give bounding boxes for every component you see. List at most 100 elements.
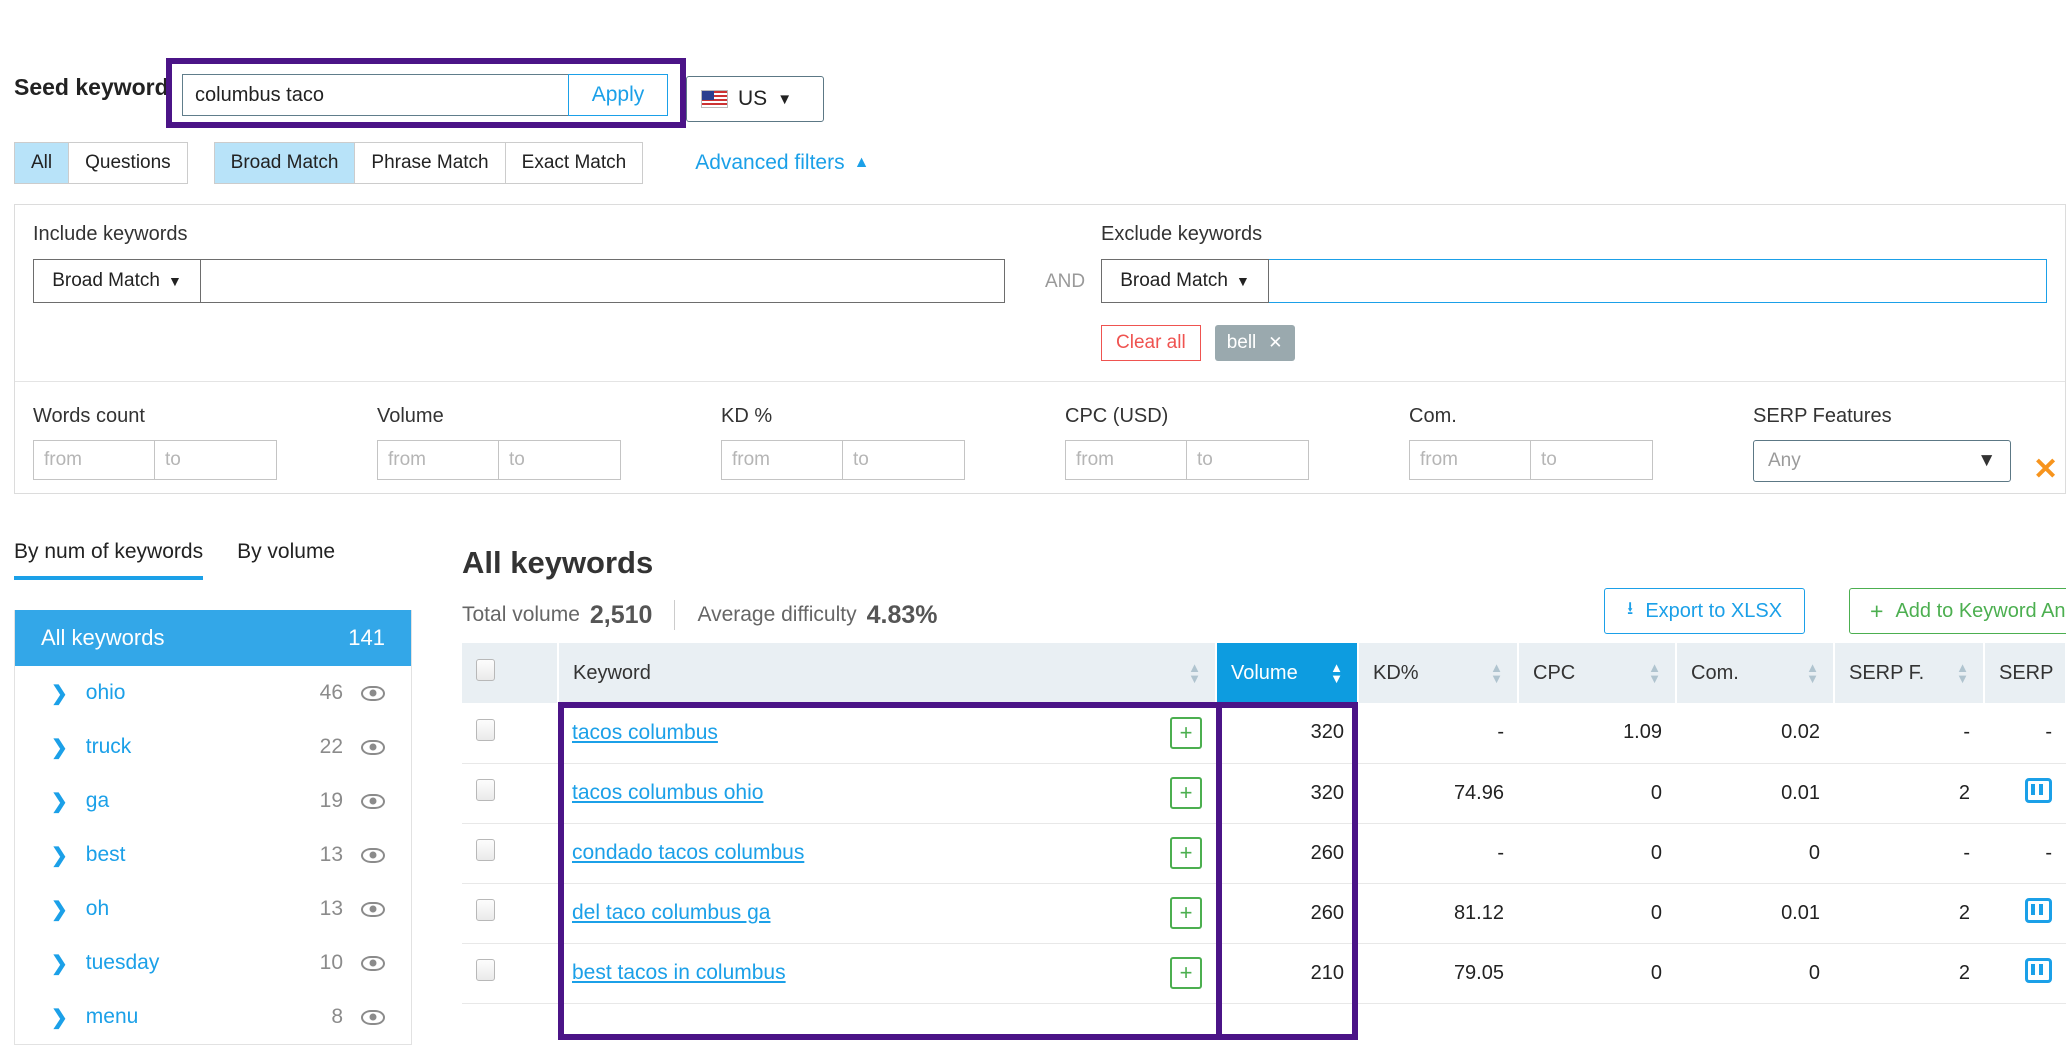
cpc-to-input[interactable] [1187,440,1309,480]
row-checkbox[interactable] [476,899,495,921]
sort-icon[interactable]: ▲ ▼ [1956,661,1969,685]
kd-to-input[interactable] [843,440,965,480]
serp-icon[interactable] [2025,957,2052,983]
cpc-cell: 0 [1518,763,1676,824]
filter-tabs-row: All Questions Broad Match Phrase Match E… [14,142,869,184]
chevron-right-icon: ❯ [51,952,68,975]
eye-icon[interactable] [361,739,385,755]
com-to-input[interactable] [1531,440,1653,480]
exclude-tag-bell[interactable]: bell ✕ [1214,325,1295,361]
table-row[interactable]: tacos columbus ohio + 320 74.96 0 0.01 2 [462,763,2066,824]
row-checkbox[interactable] [476,839,495,861]
serp-icon[interactable] [2025,897,2052,923]
serp-features-cell[interactable]: 2 [1834,763,1984,824]
chevron-right-icon: ❯ [51,682,68,705]
sidebar-tab-by-num-of-keywords[interactable]: By num of keywords [14,540,204,580]
reset-filters-icon[interactable]: ✕ [2033,452,2058,487]
column-header-kd[interactable]: KD% ▲ ▼ [1358,643,1519,703]
eye-icon[interactable] [361,901,385,917]
sort-icon[interactable]: ▲ ▼ [1330,661,1343,685]
column-header-volume[interactable]: Volume ▲ ▼ [1216,643,1359,703]
keyword-link[interactable]: best tacos in columbus [572,961,786,985]
keyword-link[interactable]: tacos columbus ohio [572,781,763,805]
words-count-from-input[interactable] [33,440,155,480]
column-header-cpc[interactable]: CPC ▲ ▼ [1518,643,1677,703]
tab-broad-match[interactable]: Broad Match [213,142,356,184]
close-icon[interactable]: ✕ [1268,333,1282,353]
row-checkbox[interactable] [476,779,495,801]
serp-features-select[interactable]: Any ▼ [1753,440,2011,482]
keyword-link[interactable]: tacos columbus [572,721,718,745]
row-checkbox[interactable] [476,959,495,981]
serp-icon[interactable] [2025,777,2052,803]
exclude-match-mode-select[interactable]: Broad Match ▼ [1101,259,1269,303]
metric-com: Com. [1409,405,1653,480]
keyword-link[interactable]: del taco columbus ga [572,901,770,925]
com-cell: 0 [1676,943,1834,1004]
column-header-keyword[interactable]: Keyword ▲ ▼ [558,643,1217,703]
eye-icon[interactable] [361,685,385,701]
sidebar-item-truck[interactable]: ❯ truck 22 [15,720,411,774]
table-row[interactable]: condado tacos columbus + 260 - 0 0 - - [462,823,2066,884]
column-header-com[interactable]: Com. ▲ ▼ [1676,643,1835,703]
sidebar-item-menu[interactable]: ❯ menu 8 [15,990,411,1044]
tab-questions[interactable]: Questions [68,142,188,184]
clear-all-button[interactable]: Clear all [1101,325,1201,361]
eye-icon[interactable] [361,793,385,809]
kd-from-input[interactable] [721,440,843,480]
add-to-keyword-analyzer-button[interactable]: + Add to Keyword Analyzer [1849,588,2066,634]
sidebar-item-oh[interactable]: ❯ oh 13 [15,882,411,936]
column-label: CPC [1533,661,1576,684]
eye-icon[interactable] [361,1009,385,1025]
seed-keyword-input[interactable] [182,74,568,116]
group-label: tuesday [85,951,160,974]
volume-from-input[interactable] [377,440,499,480]
sort-icon[interactable]: ▲ ▼ [1806,661,1819,685]
table-row[interactable]: tacos columbus + 320 - 1.09 0.02 - - [462,703,2066,764]
add-keyword-icon[interactable]: + [1170,897,1202,929]
tab-phrase-match[interactable]: Phrase Match [354,142,506,184]
sort-icon[interactable]: ▲ ▼ [1188,661,1201,685]
exclude-keywords-input[interactable] [1269,259,2047,303]
kd-cell: 79.05 [1358,943,1518,1004]
exclude-tag-label: bell [1226,332,1257,353]
add-keyword-icon[interactable]: + [1170,777,1202,809]
serp-features-cell[interactable]: 2 [1834,943,1984,1004]
sort-icon[interactable]: ▲ ▼ [1490,661,1503,685]
sidebar-tab-by-volume[interactable]: By volume [237,540,335,580]
select-all-checkbox[interactable] [476,659,495,681]
sidebar-item-all-keywords[interactable]: All keywords 141 [15,610,411,666]
include-match-mode-select[interactable]: Broad Match ▼ [33,259,201,303]
advanced-filters-toggle[interactable]: Advanced filters ▲ [695,151,869,175]
export-to-xlsx-button[interactable]: ⭳ Export to XLSX [1604,588,1806,634]
table-row[interactable]: best tacos in columbus + 210 79.05 0 0 2 [462,943,2066,1004]
eye-icon[interactable] [361,955,385,971]
add-keyword-icon[interactable]: + [1170,957,1202,989]
row-checkbox[interactable] [476,718,495,741]
sidebar-item-ga[interactable]: ❯ ga 19 [15,774,411,828]
add-keyword-icon[interactable]: + [1170,716,1202,749]
com-from-input[interactable] [1409,440,1531,480]
tab-all[interactable]: All [14,142,70,184]
include-keywords-input[interactable] [201,259,1005,303]
eye-icon[interactable] [361,847,385,863]
exclude-match-mode-label: Broad Match [1120,270,1228,291]
chevron-down-icon: ▼ [167,273,182,289]
sidebar-item-tuesday[interactable]: ❯ tuesday 10 [15,936,411,990]
serp-features-cell[interactable]: 2 [1834,883,1984,944]
sidebar-item-ohio[interactable]: ❯ ohio 46 [15,666,411,720]
sort-icon[interactable]: ▲ ▼ [1648,661,1661,685]
add-keyword-icon[interactable]: + [1170,837,1202,869]
volume-to-input[interactable] [499,440,621,480]
keyword-link[interactable]: condado tacos columbus [572,841,804,865]
table-row[interactable]: del taco columbus ga + 260 81.12 0 0.01 … [462,883,2066,944]
country-selector[interactable]: US ▼ [686,76,824,122]
tab-exact-match[interactable]: Exact Match [504,142,644,184]
column-header-serp-features[interactable]: SERP F. ▲ ▼ [1834,643,1985,703]
seed-input-wrapper [182,74,578,116]
words-count-to-input[interactable] [155,440,277,480]
apply-button[interactable]: Apply [568,74,668,116]
add-label: Add to Keyword Analyzer [1895,599,2066,622]
cpc-from-input[interactable] [1065,440,1187,480]
sidebar-item-best[interactable]: ❯ best 13 [15,828,411,882]
